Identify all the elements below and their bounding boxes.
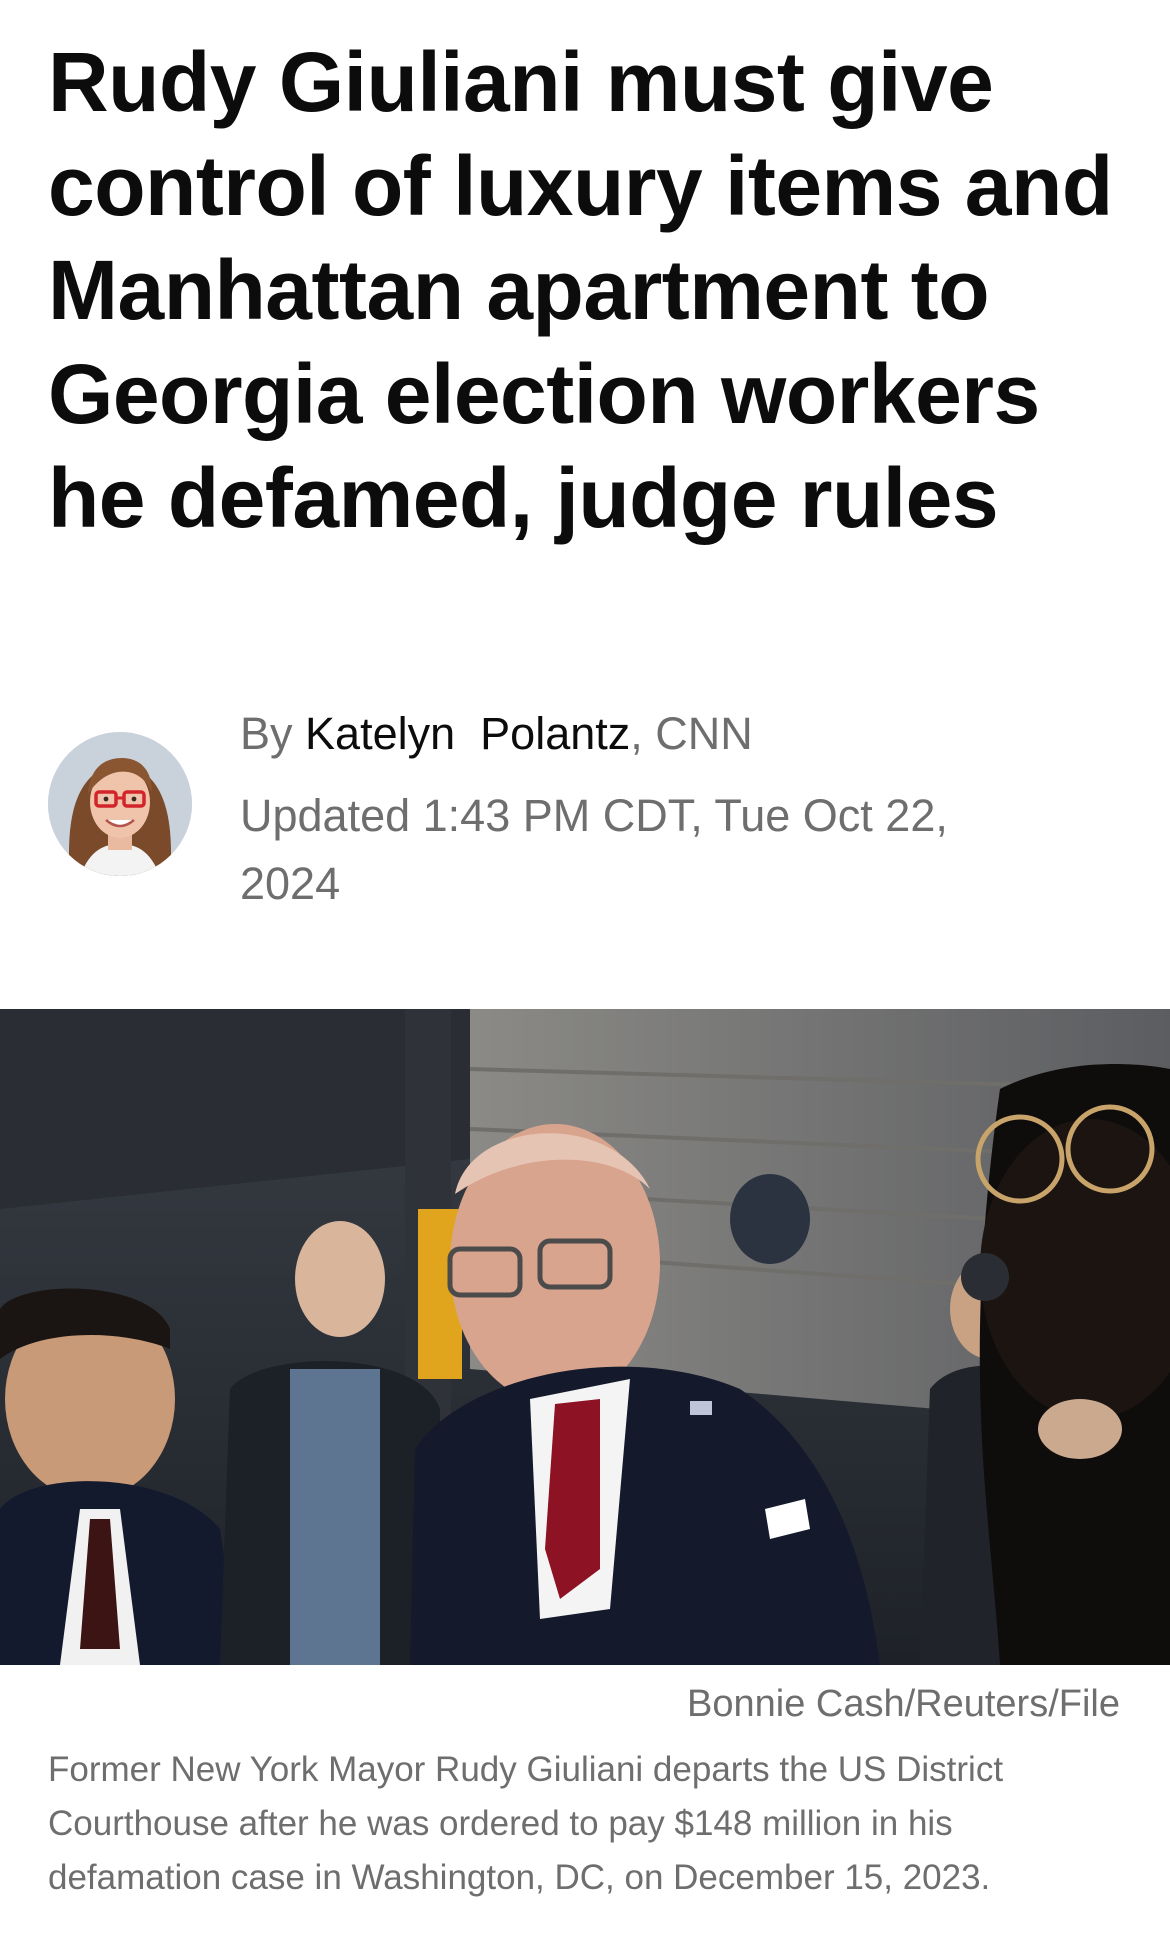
author-link[interactable]: Katelyn Polantz — [305, 708, 630, 759]
byline: By Katelyn Polantz, CNN Updated 1:43 PM … — [48, 700, 1128, 909]
author-portrait-icon — [48, 732, 192, 876]
author-last-name: Polantz — [480, 708, 631, 759]
lead-photo-image — [0, 1009, 1170, 1665]
lead-photo[interactable] — [0, 1009, 1170, 1665]
photo-credit: Bonnie Cash/Reuters/File — [687, 1683, 1120, 1725]
byline-source: , CNN — [630, 708, 753, 759]
byline-prefix: By — [240, 708, 306, 759]
article-page: Rudy Giuliani must give control of luxur… — [0, 0, 1170, 1941]
updated-timestamp: Updated 1:43 PM CDT, Tue Oct 22, 2024 — [240, 790, 948, 909]
photo-caption: Former New York Mayor Rudy Giuliani depa… — [48, 1750, 1004, 1897]
author-first-name: Katelyn — [305, 708, 456, 759]
article-headline: Rudy Giuliani must give control of luxur… — [48, 35, 1113, 545]
byline-text: By Katelyn Polantz, CNN Updated 1:43 PM … — [240, 700, 1000, 918]
author-avatar[interactable] — [48, 732, 192, 876]
